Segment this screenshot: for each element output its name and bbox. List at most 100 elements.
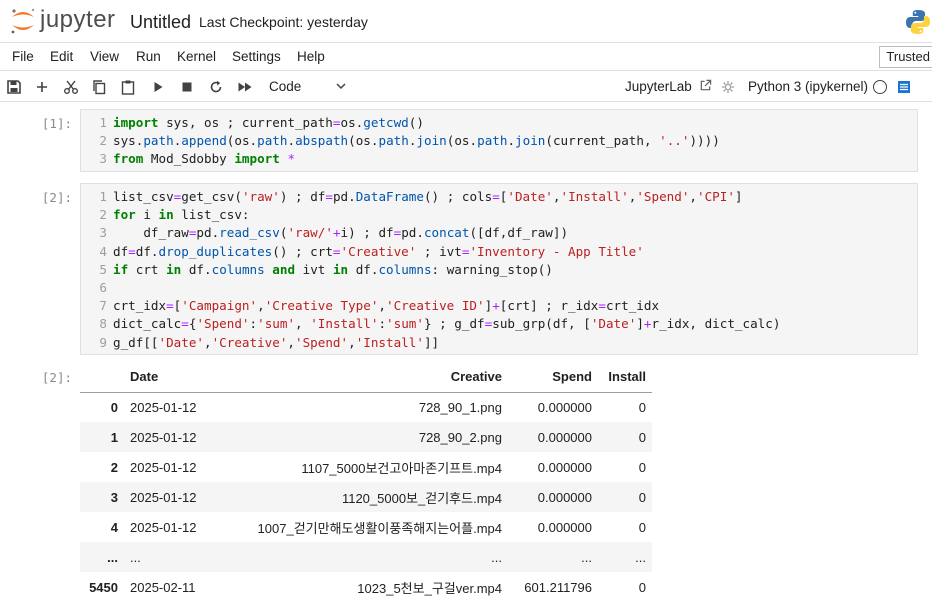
code-line[interactable]: 3 from Mod_Sdobby import *: [85, 150, 917, 168]
add-icon[interactable]: [34, 79, 50, 95]
code-line[interactable]: 4 df=df.drop_duplicates() ; crt='Creative…: [85, 243, 917, 261]
menu-bar: File Edit View Run Kernel Settings Help …: [0, 42, 932, 71]
code-cell-2[interactable]: 1 list_csv=get_csv('raw') ; df=pd.DataFra…: [80, 183, 918, 355]
cell-install: ...: [635, 549, 646, 565]
list-icon[interactable]: [897, 80, 911, 94]
column-header-spend: Spend: [508, 362, 598, 393]
cell-install: 0: [638, 579, 646, 595]
run-icon[interactable]: [150, 79, 166, 95]
paste-icon[interactable]: [120, 79, 136, 95]
kernel-status-icon: [873, 80, 887, 94]
code-line[interactable]: 9 g_df[['Date','Creative','Spend','Instal…: [85, 334, 917, 352]
line-number: 1: [99, 189, 107, 204]
cell-prompt: [1]:: [41, 116, 72, 131]
code-cell-1[interactable]: 1 import sys, os ; current_path=os.getcwd…: [80, 109, 918, 172]
menu-file[interactable]: File: [12, 49, 34, 64]
table-row: 5450 2025-02-11 1023_5천보_구걸ver.mp4 601.2117…: [80, 572, 652, 597]
menu-help[interactable]: Help: [297, 49, 325, 64]
cell-creative: 728_90_1.png: [418, 399, 502, 415]
dataframe-output: Date Creative Spend Install 0 2025-01-12 7…: [80, 362, 652, 597]
column-header-index: [80, 362, 124, 393]
cell-install: 0: [638, 489, 646, 505]
code-line[interactable]: 6: [85, 279, 917, 297]
cell-spend: 0.000000: [537, 399, 592, 415]
kernel-name[interactable]: Python 3 (ipykernel): [748, 79, 868, 94]
chevron-down-icon[interactable]: [335, 80, 347, 92]
row-index: 0: [110, 399, 118, 415]
menu-run[interactable]: Run: [136, 49, 161, 64]
line-number: 8: [99, 316, 107, 332]
trusted-indicator[interactable]: Trusted: [879, 46, 932, 68]
jupyterlab-link[interactable]: JupyterLab: [625, 79, 712, 94]
gear-icon[interactable]: [721, 80, 735, 94]
top-header: jupyter Untitled Last Checkpoint: yester…: [0, 0, 932, 42]
cell-date: 2025-01-12: [130, 489, 197, 505]
row-index: 4: [110, 519, 118, 535]
cell-install: 0: [638, 459, 646, 475]
table-row: 3 2025-01-12 1120_5000보_걷기후드.mp4 0.000000 0: [80, 482, 652, 512]
cell-date: 2025-01-12: [130, 459, 197, 475]
line-number: 5: [99, 261, 107, 277]
cell-creative: ...: [491, 549, 502, 565]
restart-icon[interactable]: [208, 79, 224, 95]
stop-icon[interactable]: [179, 79, 195, 95]
menu-kernel[interactable]: Kernel: [177, 49, 216, 64]
cut-icon[interactable]: [63, 79, 79, 95]
line-number: 2: [99, 133, 107, 149]
menu-view[interactable]: View: [90, 49, 119, 64]
python-logo-icon: [906, 10, 930, 34]
code-text: df=df.drop_duplicates() ; crt='Creative'…: [113, 243, 644, 259]
code-line[interactable]: 2 for i in list_csv:: [85, 206, 917, 224]
column-header-date: Date: [124, 362, 208, 393]
row-index: 5450: [89, 579, 118, 595]
code-text: list_csv=get_csv('raw') ; df=pd.DataFram…: [113, 189, 743, 204]
cell-spend: ...: [581, 549, 592, 565]
cell-spend: 0.000000: [537, 519, 592, 535]
code-text: dict_calc={'Spend':'sum', 'Install':'sum…: [113, 316, 781, 332]
table-row: 0 2025-01-12 728_90_1.png 0.000000 0: [80, 392, 652, 422]
cell-date: ...: [130, 549, 141, 565]
cell-creative: 1007_걷기만해도생활이풍족해지는어플.mp4: [257, 520, 502, 536]
table-row: 4 2025-01-12 1007_걷기만해도생활이풍족해지는어플.mp4 0.000…: [80, 512, 652, 542]
cell-creative: 1023_5천보_구걸ver.mp4: [357, 580, 502, 596]
cell-creative: 1120_5000보_걷기후드.mp4: [341, 490, 502, 506]
cell-creative: 1107_5000보건고아마존기프트.mp4: [301, 460, 502, 476]
code-line[interactable]: 1 import sys, os ; current_path=os.getcwd…: [85, 114, 917, 132]
code-line[interactable]: 3 df_raw=pd.read_csv('raw/'+i) ; df=pd.c…: [85, 224, 917, 242]
line-number: 2: [99, 207, 107, 223]
line-number: 3: [99, 225, 107, 241]
menu-settings[interactable]: Settings: [232, 49, 281, 64]
code-line[interactable]: 7 crt_idx=['Campaign','Creative Type','Cr…: [85, 297, 917, 315]
code-text: g_df[['Date','Creative','Spend','Install…: [113, 334, 440, 350]
code-text: crt_idx=['Campaign','Creative Type','Cre…: [113, 298, 660, 314]
jupyter-brand[interactable]: jupyter: [40, 6, 116, 34]
table-row: ...............: [80, 542, 652, 572]
column-header-install: Install: [598, 362, 652, 393]
line-number: 3: [99, 151, 107, 167]
cell-type-select[interactable]: Code: [269, 79, 301, 94]
row-index: ...: [107, 549, 118, 565]
code-text: df_raw=pd.read_csv('raw/'+i) ; df=pd.con…: [113, 225, 569, 241]
code-text: sys.path.append(os.path.abspath(os.path.…: [113, 133, 720, 149]
code-line[interactable]: 2 sys.path.append(os.path.abspath(os.path…: [85, 132, 917, 150]
row-index: 3: [110, 489, 118, 505]
cell-date: 2025-02-11: [130, 579, 196, 595]
external-link-icon: [700, 79, 711, 91]
column-header-creative: Creative: [208, 362, 508, 393]
code-line[interactable]: 8 dict_calc={'Spend':'sum', 'Install':'su…: [85, 315, 917, 333]
code-line[interactable]: 5 if crt in df.columns and ivt in df.colu…: [85, 261, 917, 279]
last-checkpoint: Last Checkpoint: yesterday: [199, 14, 368, 30]
copy-icon[interactable]: [91, 79, 107, 95]
save-icon[interactable]: [6, 79, 22, 95]
cell-install: 0: [638, 399, 646, 415]
jupyter-logo-icon[interactable]: [8, 6, 38, 36]
code-line[interactable]: 1 list_csv=get_csv('raw') ; df=pd.DataFra…: [85, 188, 917, 206]
fast-forward-icon[interactable]: [237, 79, 253, 95]
menu-edit[interactable]: Edit: [50, 49, 73, 64]
cell-spend: 0.000000: [537, 489, 592, 505]
notebook-title[interactable]: Untitled: [130, 12, 191, 33]
row-index: 2: [110, 459, 118, 475]
cell-prompt: [2]:: [41, 190, 72, 205]
code-text: import sys, os ; current_path=os.getcwd(…: [113, 115, 424, 130]
code-text: from Mod_Sdobby import *: [113, 151, 296, 167]
